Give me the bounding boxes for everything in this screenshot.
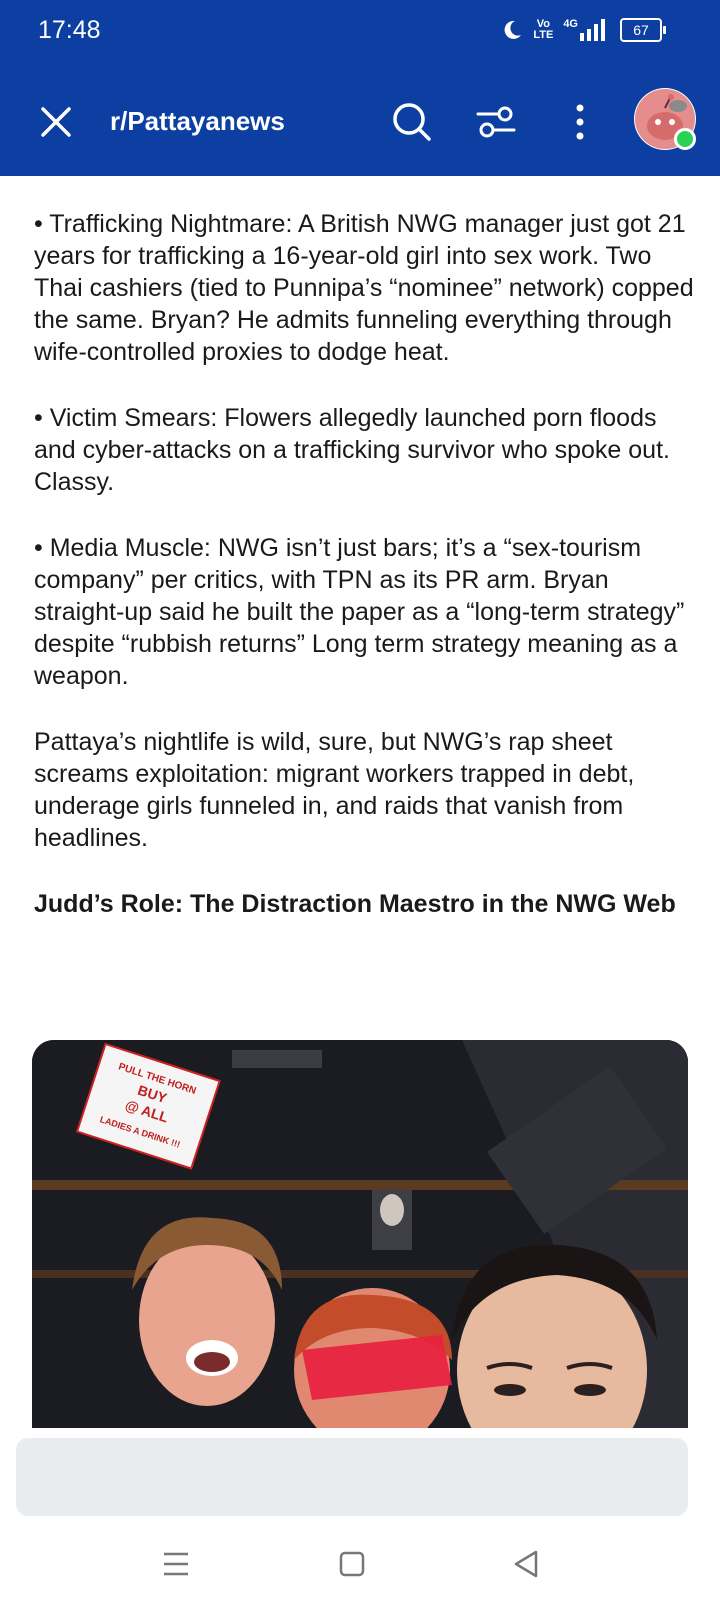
back-button[interactable]: [502, 1540, 550, 1588]
more-options-button[interactable]: [556, 98, 604, 146]
more-icon: [576, 104, 584, 140]
paragraph-nightlife: Pattaya’s nightlife is wild, sure, but N…: [34, 728, 635, 852]
status-time: 17:48: [38, 16, 101, 44]
search-icon: [393, 103, 431, 141]
post-body: • Trafficking Nightmare: A British NWG m…: [34, 208, 694, 920]
paragraph-victim-smears: • Victim Smears: Flowers allegedly launc…: [34, 404, 670, 496]
signal-icon: [580, 19, 605, 41]
online-status-dot: [674, 128, 696, 150]
system-nav-bar: [0, 1516, 720, 1612]
app-bar: r/Pattayanews: [0, 84, 720, 160]
battery-indicator: 67: [620, 18, 666, 42]
moon-icon: [504, 20, 522, 39]
section-heading: Judd’s Role: The Distraction Maestro in …: [34, 890, 676, 918]
paragraph-trafficking: • Trafficking Nightmare: A British NWG m…: [34, 210, 694, 366]
filter-icon: [476, 106, 516, 138]
close-icon: [41, 107, 71, 137]
home-icon: [339, 1551, 365, 1577]
menu-icon: [164, 1552, 188, 1576]
signal-indicator: 4G: [563, 19, 610, 41]
search-button[interactable]: [388, 98, 436, 146]
status-icons: Vo LTE 4G 67: [501, 18, 666, 42]
post-image[interactable]: PULL THE HORN BUY @ ALL LADIES A DRINK !…: [32, 1040, 688, 1428]
paragraph-media-muscle: • Media Muscle: NWG isn’t just bars; it’…: [34, 534, 685, 690]
bar-photo: PULL THE HORN BUY @ ALL LADIES A DRINK !…: [32, 1040, 688, 1428]
comment-composer[interactable]: [16, 1438, 688, 1516]
subreddit-name[interactable]: r/Pattayanews: [110, 106, 285, 137]
status-bar: 17:48 Vo LTE 4G 67: [0, 0, 720, 66]
recent-apps-button[interactable]: [152, 1540, 200, 1588]
back-icon: [514, 1550, 538, 1578]
home-button[interactable]: [328, 1540, 376, 1588]
top-bar: 17:48 Vo LTE 4G 67 r/Pattayanews: [0, 0, 720, 176]
filter-button[interactable]: [472, 98, 520, 146]
volte-indicator: Vo LTE: [533, 18, 554, 41]
close-button[interactable]: [34, 100, 78, 144]
